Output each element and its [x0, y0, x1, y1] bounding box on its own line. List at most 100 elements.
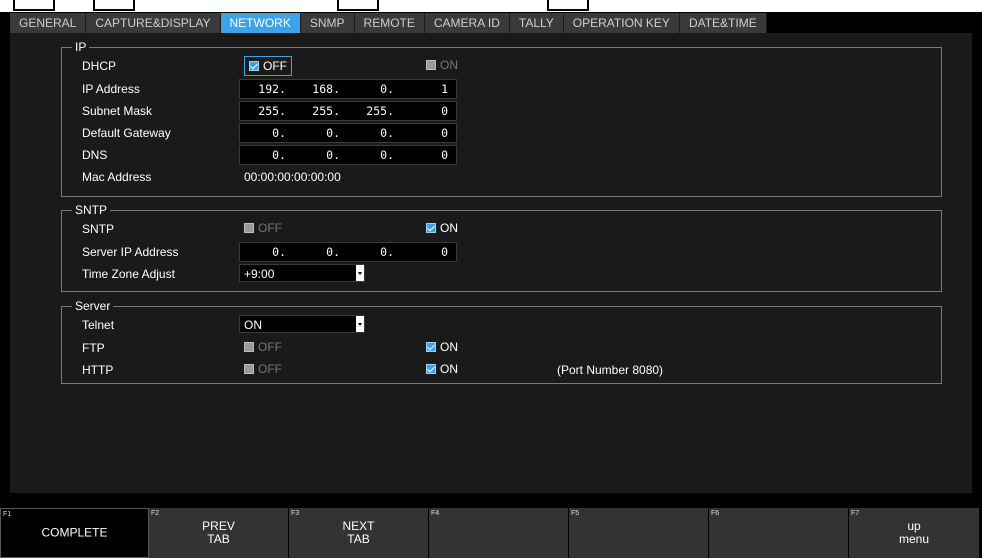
ip-group-title: IP [72, 40, 90, 54]
tab-network[interactable]: NETWORK [220, 13, 301, 33]
tab-camera-id[interactable]: CAMERA ID [424, 13, 510, 33]
ftp-on-text: ON [440, 340, 458, 354]
function-key-bar: F1 COMPLETE F2 PREV TAB F3 NEXT TAB F4 F… [0, 508, 982, 558]
server-ip-row: Server IP Address 0. 0. 0. 0 [62, 242, 941, 262]
f5-button[interactable]: F5 [569, 508, 709, 558]
ip-address-field[interactable]: 192. 168. 0. 1 [239, 79, 457, 99]
dhcp-off-checkbox[interactable]: OFF [244, 56, 292, 76]
octet: 0. [272, 245, 286, 259]
top-marker-3 [337, 0, 379, 11]
dns-label: DNS [82, 148, 108, 162]
time-zone-value: +9:00 [244, 267, 275, 281]
subnet-mask-field[interactable]: 255. 255. 255. 0 [239, 101, 457, 121]
checkbox-disabled-icon [244, 342, 254, 352]
telnet-value: ON [244, 318, 262, 332]
ip-address-label: IP Address [82, 82, 140, 96]
octet: 0. [380, 148, 394, 162]
checkbox-disabled-icon [244, 364, 254, 374]
octet: 0 [441, 245, 448, 259]
tab-general[interactable]: GENERAL [10, 13, 87, 33]
f4-button[interactable]: F4 [429, 508, 569, 558]
sntp-off-text: OFF [258, 221, 282, 235]
telnet-label: Telnet [82, 318, 115, 332]
octet: 0. [326, 245, 340, 259]
octet: 0. [326, 148, 340, 162]
http-label: HTTP [82, 363, 114, 377]
top-marker-4 [547, 0, 589, 11]
sntp-row: SNTP OFF ON [62, 219, 941, 239]
mac-address-label: Mac Address [82, 170, 152, 184]
tab-bar: GENERAL CAPTURE&DISPLAY NETWORK SNMP REM… [10, 13, 767, 33]
ip-group: IP DHCP OFF ON IP Address 192. 168. 0. 1… [61, 40, 942, 197]
tab-operation-key[interactable]: OPERATION KEY [563, 13, 680, 33]
server-ip-field[interactable]: 0. 0. 0. 0 [239, 242, 457, 262]
sntp-label: SNTP [82, 222, 115, 236]
default-gateway-field[interactable]: 0. 0. 0. 0 [239, 123, 457, 143]
function-key-number: F5 [571, 510, 580, 517]
ftp-off-text: OFF [258, 340, 282, 354]
ftp-on-checkbox[interactable]: ON [426, 338, 458, 356]
tab-date-time[interactable]: DATE&TIME [679, 13, 767, 33]
http-on-text: ON [440, 362, 458, 376]
top-marker-1 [13, 0, 55, 11]
f1-complete-button[interactable]: F1 COMPLETE [0, 508, 149, 558]
function-key-number: F4 [431, 510, 440, 517]
top-strip [0, 0, 982, 12]
f2-prev-tab-button[interactable]: F2 PREV TAB [149, 508, 289, 558]
ftp-off-checkbox[interactable]: OFF [244, 338, 282, 356]
function-key-label: PREV TAB [202, 519, 235, 546]
sntp-off-checkbox[interactable]: OFF [244, 219, 282, 237]
time-zone-row: Time Zone Adjust +9:00 [62, 264, 941, 284]
function-key-label: NEXT TAB [342, 519, 375, 546]
http-row: HTTP OFF ON (Port Number 8080) [62, 360, 941, 380]
tab-tally[interactable]: TALLY [509, 13, 564, 33]
server-ip-label: Server IP Address [82, 245, 179, 259]
server-group: Server Telnet ON FTP OFF ON HTTP OFF ON … [61, 299, 942, 384]
dns-field[interactable]: 0. 0. 0. 0 [239, 145, 457, 165]
octet: 0. [326, 126, 340, 140]
f6-button[interactable]: F6 [709, 508, 849, 558]
http-off-checkbox[interactable]: OFF [244, 360, 282, 378]
telnet-row: Telnet ON [62, 315, 941, 335]
dhcp-label: DHCP [82, 59, 117, 73]
top-marker-2 [93, 0, 135, 11]
function-key-number: F3 [291, 510, 300, 517]
dhcp-off-text: OFF [263, 59, 287, 73]
sntp-on-text: ON [440, 221, 458, 235]
subnet-mask-row: Subnet Mask 255. 255. 255. 0 [62, 101, 941, 121]
settings-panel: IP DHCP OFF ON IP Address 192. 168. 0. 1… [10, 33, 972, 493]
subnet-mask-label: Subnet Mask [82, 104, 153, 118]
sntp-on-checkbox[interactable]: ON [426, 219, 458, 237]
port-number-note: (Port Number 8080) [557, 363, 664, 377]
ip-address-row: IP Address 192. 168. 0. 1 [62, 79, 941, 99]
octet: 0 [441, 104, 448, 118]
function-key-number: F1 [3, 511, 12, 518]
f7-up-menu-button[interactable]: F7 up menu [849, 508, 980, 558]
tab-snmp[interactable]: SNMP [300, 13, 355, 33]
time-zone-select[interactable]: +9:00 [239, 264, 365, 282]
f3-next-tab-button[interactable]: F3 NEXT TAB [289, 508, 429, 558]
http-off-text: OFF [258, 362, 282, 376]
octet: 0. [380, 82, 394, 96]
tab-capture-display[interactable]: CAPTURE&DISPLAY [86, 13, 221, 33]
checkbox-checked-icon [426, 364, 436, 374]
octet: 0 [441, 148, 448, 162]
checkbox-checked-icon [249, 61, 259, 71]
tab-remote[interactable]: REMOTE [354, 13, 425, 33]
octet: 168. [312, 82, 340, 96]
http-on-checkbox[interactable]: ON [426, 360, 458, 378]
function-key-number: F7 [851, 510, 860, 517]
telnet-select[interactable]: ON [239, 315, 365, 333]
octet: 192. [258, 82, 286, 96]
checkbox-checked-icon [426, 342, 436, 352]
octet: 255. [366, 104, 394, 118]
octet: 0. [272, 126, 286, 140]
dhcp-on-checkbox[interactable]: ON [426, 56, 458, 74]
default-gateway-row: Default Gateway 0. 0. 0. 0 [62, 123, 941, 143]
ftp-row: FTP OFF ON [62, 338, 941, 358]
function-key-number: F2 [151, 510, 160, 517]
octet: 1 [441, 82, 448, 96]
function-key-label: up menu [898, 519, 930, 546]
octet: 255. [258, 104, 286, 118]
checkbox-checked-icon [426, 223, 436, 233]
